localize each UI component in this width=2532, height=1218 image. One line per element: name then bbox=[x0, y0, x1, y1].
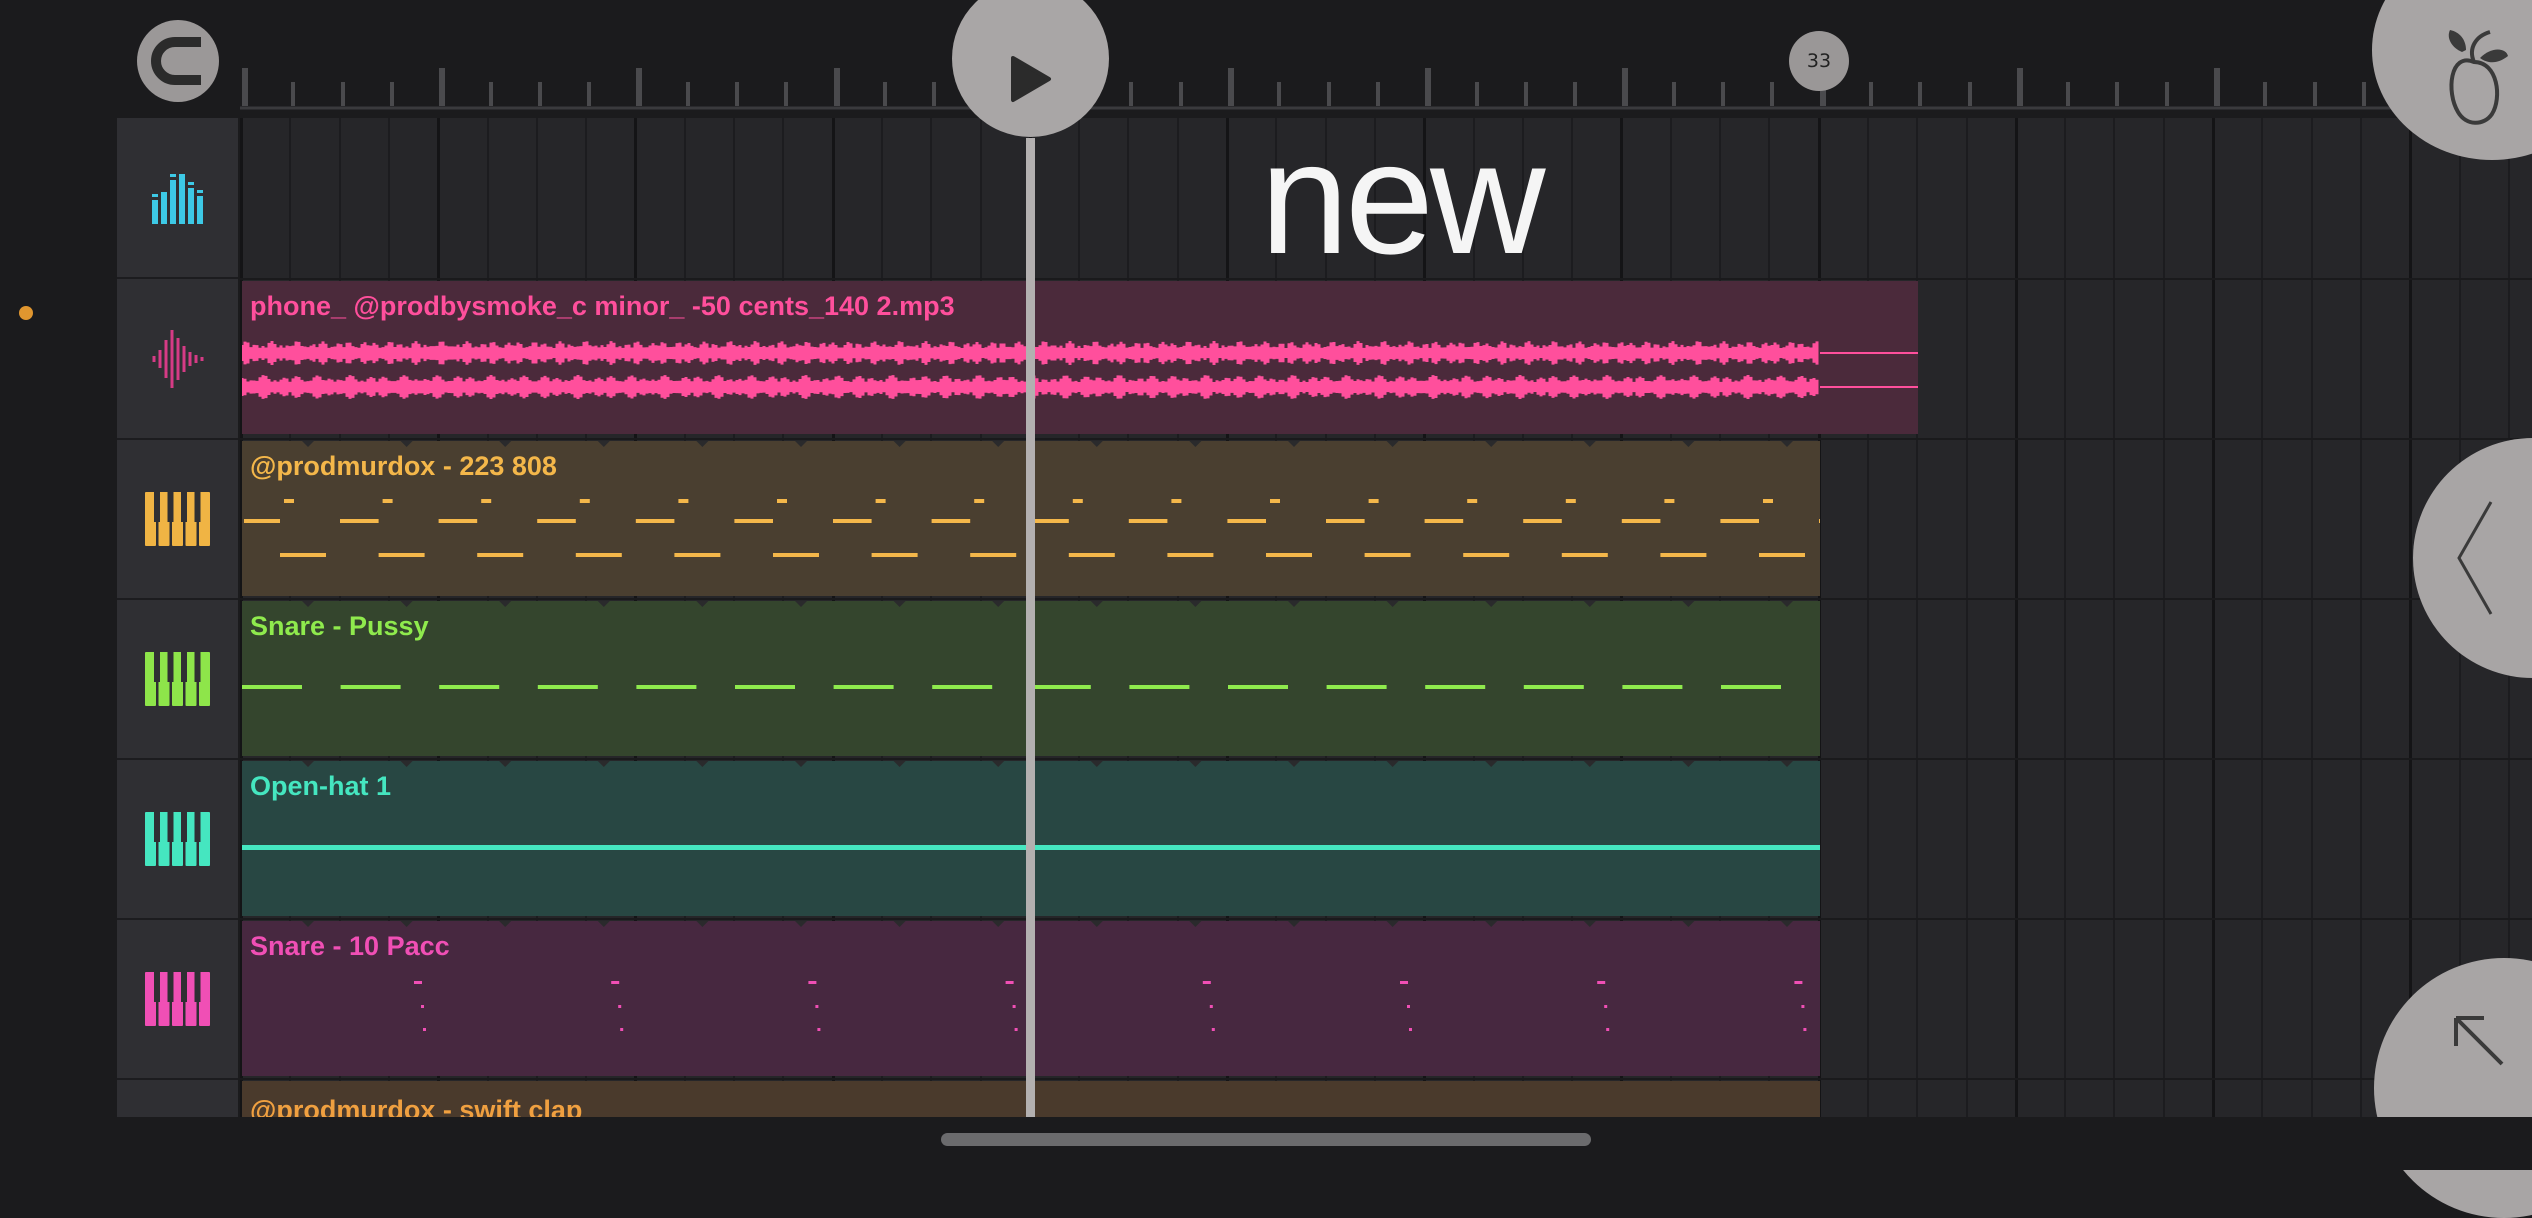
track-divider bbox=[240, 1078, 2532, 1080]
magnet-icon bbox=[151, 37, 201, 85]
track-5-header[interactable] bbox=[117, 759, 238, 920]
playhead[interactable] bbox=[1026, 138, 1035, 1118]
timeline-ruler[interactable] bbox=[240, 60, 2532, 112]
chevron-left-icon bbox=[2457, 501, 2493, 615]
grid-line bbox=[1966, 118, 1968, 1117]
track-divider bbox=[240, 918, 2532, 920]
arrow-up-left-icon bbox=[2454, 1016, 2504, 1066]
grid-line bbox=[1867, 118, 1869, 1117]
piano-keys-icon bbox=[144, 971, 210, 1026]
fl-fruit-logo-icon bbox=[2448, 30, 2508, 125]
home-indicator[interactable] bbox=[941, 1133, 1591, 1146]
clip-label: Snare - Pussy bbox=[250, 611, 429, 641]
grid-line bbox=[2311, 118, 2313, 1117]
grid-line bbox=[2064, 118, 2066, 1117]
grid-line bbox=[2360, 118, 2362, 1117]
play-button[interactable] bbox=[952, 0, 1109, 137]
piano-keys-icon bbox=[144, 811, 210, 866]
play-icon bbox=[1010, 55, 1051, 102]
track-divider bbox=[240, 758, 2532, 760]
equalizer-icon bbox=[151, 173, 203, 224]
clip-label: @prodmurdox - 223 808 bbox=[250, 451, 557, 481]
waveform-icon bbox=[152, 329, 203, 388]
track-2-header[interactable] bbox=[117, 279, 238, 440]
clip-label: @prodmurdox - swift clap bbox=[250, 1095, 583, 1117]
snap-magnet-button[interactable] bbox=[137, 20, 219, 102]
track-divider bbox=[240, 598, 2532, 600]
clip-label: Snare - 10 Pacc bbox=[250, 931, 450, 961]
project-title: new bbox=[1260, 108, 1546, 287]
grid-line bbox=[1916, 118, 1918, 1117]
track-7-header[interactable] bbox=[117, 1079, 238, 1119]
grid-line bbox=[2261, 118, 2263, 1117]
bar-position-indicator[interactable]: 33 bbox=[1789, 31, 1849, 91]
track-3-header[interactable] bbox=[117, 439, 238, 600]
grid-line bbox=[2212, 118, 2215, 1117]
ruler-ticks bbox=[240, 68, 2532, 110]
track-1-header[interactable] bbox=[117, 118, 238, 279]
grid-line bbox=[2409, 118, 2412, 1117]
track-6-header[interactable] bbox=[117, 919, 238, 1080]
track-divider bbox=[240, 438, 2532, 440]
grid-line bbox=[2163, 118, 2165, 1117]
grid-line bbox=[2015, 118, 2018, 1117]
piano-keys-icon bbox=[144, 491, 210, 546]
clip-label: phone_ @prodbysmoke_c minor_ -50 cents_1… bbox=[250, 291, 955, 321]
audio-clip[interactable]: phone_ @prodbysmoke_c minor_ -50 cents_1… bbox=[242, 281, 1918, 434]
track-4-header[interactable] bbox=[117, 599, 238, 760]
clip-label: Open-hat 1 bbox=[250, 771, 392, 801]
piano-keys-icon bbox=[144, 651, 210, 706]
grid-line bbox=[2113, 118, 2115, 1117]
status-dot bbox=[19, 306, 33, 320]
